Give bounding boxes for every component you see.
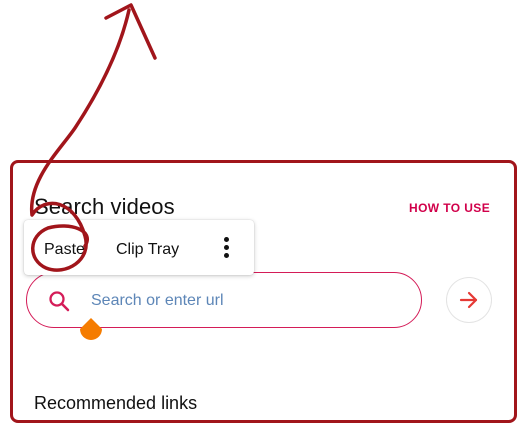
page-title: Search videos [34,194,175,219]
paste-menu-item[interactable]: Paste [44,241,85,259]
arrow-right-icon [459,291,478,309]
more-vert-icon[interactable] [218,236,234,260]
screen: Search videos HOW TO USE Paste Clip Tray… [0,0,521,427]
go-button[interactable] [447,278,491,322]
clip-tray-menu-item[interactable]: Clip Tray [116,241,179,259]
recommended-links-heading: Recommended links [34,393,198,413]
text-selection-menu: Paste Clip Tray [24,220,254,275]
how-to-use-link[interactable]: HOW TO USE [409,201,490,215]
text-cursor-handle[interactable] [78,316,104,342]
search-icon [49,291,70,312]
search-input[interactable] [89,286,393,316]
